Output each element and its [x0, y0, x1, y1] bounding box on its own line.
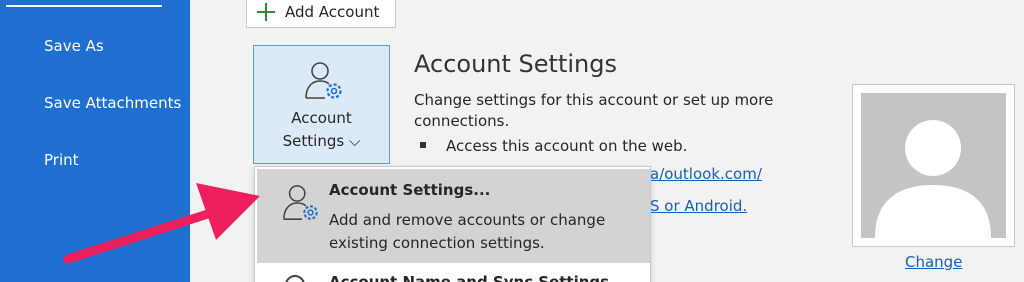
account-settings-button-label-line1: Account	[291, 109, 352, 127]
mobile-app-link[interactable]: S or Android.	[650, 197, 747, 215]
person-gear-icon	[283, 185, 318, 220]
circle-icon	[285, 275, 305, 282]
change-photo-link[interactable]: Change	[905, 253, 962, 271]
account-settings-dropdown: Account Settings... Add and remove accou…	[254, 166, 651, 282]
plus-icon	[257, 3, 275, 21]
menu-item-description-line2: existing connection settings.	[329, 234, 545, 252]
add-account-label: Add Account	[285, 3, 380, 21]
web-access-bullet: Access this account on the web.	[420, 137, 687, 155]
menu-item-title: Account Settings...	[329, 181, 491, 199]
add-account-button[interactable]: Add Account	[246, 0, 396, 28]
nav-print[interactable]: Print	[44, 151, 79, 169]
profile-photo	[852, 84, 1015, 247]
menu-item-account-name-sync[interactable]: Account Name and Sync Settings	[257, 265, 650, 282]
nav-save-attachments[interactable]: Save Attachments	[44, 94, 181, 112]
nav-save-as[interactable]: Save As	[44, 37, 104, 55]
account-settings-icon	[305, 62, 342, 99]
nav-divider	[6, 5, 162, 7]
account-settings-description: Change settings for this account or set …	[414, 91, 774, 130]
menu-item-title: Account Name and Sync Settings	[329, 273, 610, 282]
bullet-marker	[420, 141, 426, 148]
outlook-web-link[interactable]: a/outlook.com/	[650, 165, 762, 183]
account-settings-button-label-line2: Settings ⌵	[282, 132, 361, 150]
page-title: Account Settings	[414, 50, 617, 78]
menu-item-account-settings[interactable]: Account Settings... Add and remove accou…	[257, 169, 650, 263]
account-settings-button[interactable]: Account Settings ⌵	[253, 45, 390, 164]
backstage-nav: Save As Save Attachments Print	[0, 0, 190, 282]
avatar-placeholder-icon	[861, 93, 1006, 238]
menu-item-description-line1: Add and remove accounts or change	[329, 211, 606, 229]
web-access-text: Access this account on the web.	[446, 137, 688, 155]
